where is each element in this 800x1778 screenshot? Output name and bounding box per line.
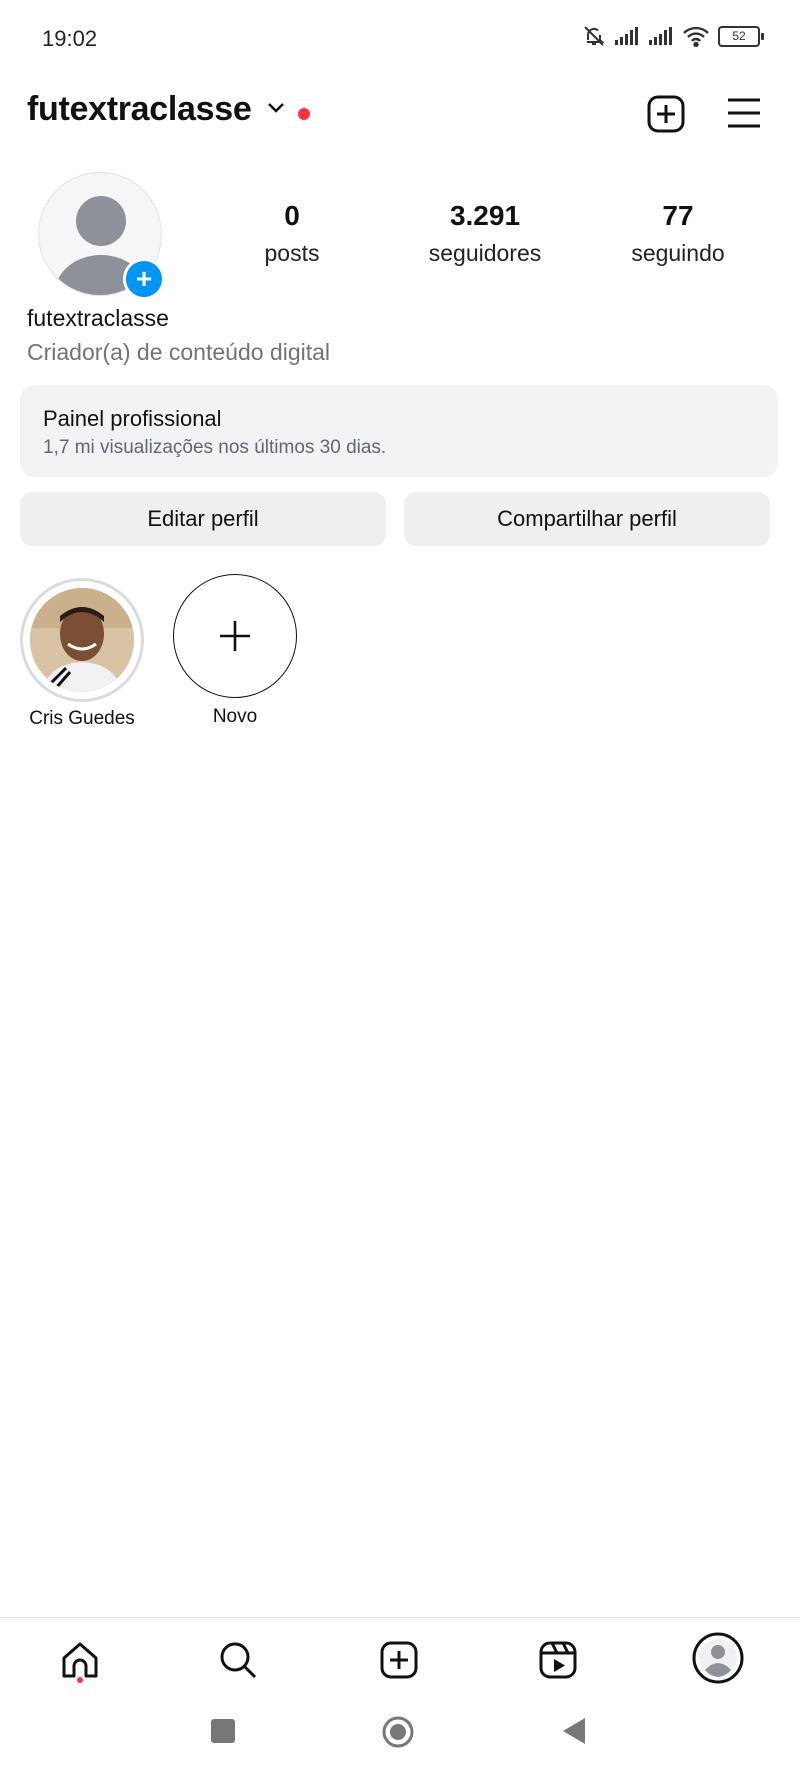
person-photo	[30, 588, 134, 692]
search-icon	[220, 1642, 257, 1679]
add-post-icon[interactable]	[646, 94, 686, 134]
edit-profile-button[interactable]: Editar perfil	[20, 492, 386, 546]
nav-search[interactable]	[214, 1636, 262, 1684]
professional-dashboard-subtitle: 1,7 mi visualizações nos últimos 30 dias…	[43, 437, 387, 458]
menu-icon[interactable]	[726, 96, 762, 130]
chevron-down-icon[interactable]	[266, 101, 286, 115]
new-highlight-button[interactable]	[173, 574, 297, 698]
mute-icon	[584, 26, 605, 46]
home-circle-icon[interactable]	[381, 1715, 415, 1749]
followers-label: seguidores	[428, 240, 542, 266]
nav-profile[interactable]	[692, 1632, 744, 1684]
following-stat[interactable]: 77 seguindo	[598, 200, 758, 267]
following-count: 77	[662, 200, 694, 231]
signal-icon	[649, 27, 672, 45]
highlight-cover[interactable]	[30, 588, 134, 692]
create-icon	[380, 1641, 418, 1679]
profile-category: Criador(a) de conteúdo digital	[27, 339, 331, 365]
share-profile-button[interactable]: Compartilhar perfil	[404, 492, 770, 546]
followers-stat[interactable]: 3.291 seguidores	[405, 200, 565, 267]
following-label: seguindo	[631, 240, 725, 266]
home-icon	[62, 1642, 98, 1678]
reels-icon	[539, 1641, 577, 1679]
battery-icon: 52	[718, 25, 764, 47]
followers-count: 3.291	[449, 200, 521, 231]
account-switcher[interactable]: futextraclasse	[27, 90, 252, 129]
add-story-button[interactable]: +	[123, 258, 165, 300]
wifi-icon	[683, 26, 709, 47]
profile-icon	[692, 1632, 744, 1684]
posts-count: 0	[284, 200, 300, 231]
status-icons: 52	[582, 24, 764, 48]
plus-icon	[220, 621, 250, 651]
nav-reels[interactable]	[534, 1636, 582, 1684]
status-time: 19:02	[42, 26, 98, 51]
back-icon[interactable]	[561, 1717, 587, 1745]
recents-icon[interactable]	[210, 1718, 236, 1744]
posts-stat[interactable]: 0 posts	[212, 200, 372, 267]
new-highlight-label: Novo	[212, 706, 258, 727]
notification-dot	[298, 108, 310, 120]
notification-dot	[77, 1677, 83, 1683]
professional-dashboard-title: Painel profissional	[43, 406, 222, 431]
signal-icon	[615, 27, 638, 45]
nav-create[interactable]	[375, 1636, 423, 1684]
nav-divider	[0, 1617, 800, 1618]
profile-name: futextraclasse	[27, 305, 169, 331]
posts-label: posts	[264, 240, 320, 266]
highlight-label: Cris Guedes	[29, 708, 135, 729]
